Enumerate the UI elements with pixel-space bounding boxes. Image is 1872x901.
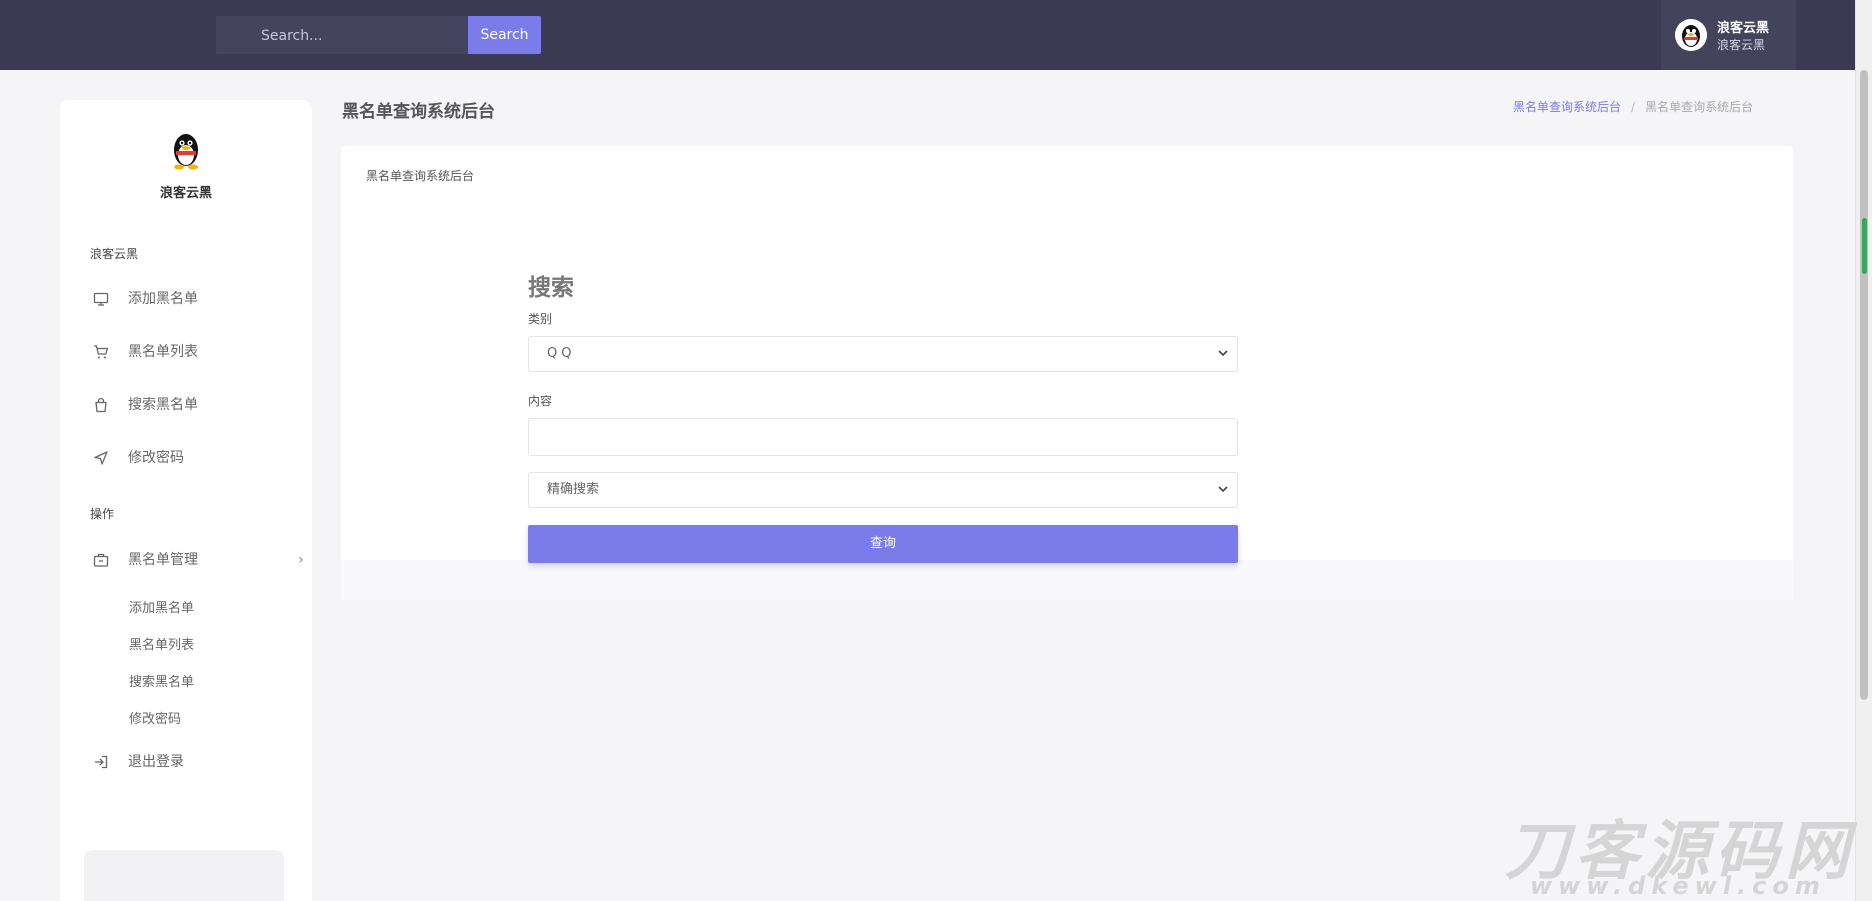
sidebar-item-add[interactable]: 添加黑名单: [90, 284, 290, 314]
sidebar-subitem-password[interactable]: 修改密码: [129, 708, 181, 727]
brand-logo: [167, 130, 205, 170]
sidebar-section-label: 操作: [90, 507, 115, 521]
category-select-value: QQ: [547, 346, 576, 361]
watermark-url: www.dkewl.com: [1530, 872, 1826, 900]
sidebar-subitem-search[interactable]: 搜索黑名单: [129, 671, 194, 690]
breadcrumb-link[interactable]: 黑名单查询系统后台: [1513, 100, 1621, 114]
brand-name: 浪客云黑: [159, 186, 212, 201]
breadcrumb-separator: /: [1631, 100, 1636, 114]
sidebar-subitem-add[interactable]: 添加黑名单: [129, 597, 194, 616]
sidebar-item-manage[interactable]: 黑名单管理 ›: [90, 545, 304, 575]
query-button[interactable]: 查询: [528, 525, 1238, 563]
monitor-icon: [93, 292, 109, 306]
sidebar: 浪客云黑 浪客云黑 添加黑名单 黑名单列表 搜索黑名单 修改密码 操作 黑名单管…: [60, 100, 312, 901]
chevron-down-icon: [1218, 486, 1228, 493]
briefcase-icon: [93, 553, 109, 567]
user-name: 浪客云黑: [1717, 21, 1770, 36]
sidebar-item-label: 黑名单列表: [128, 344, 198, 360]
page-title: 黑名单查询系统后台: [342, 102, 495, 122]
search-input[interactable]: Search...: [216, 16, 468, 54]
sidebar-item-list[interactable]: 黑名单列表: [90, 337, 290, 367]
sidebar-item-search[interactable]: 搜索黑名单: [90, 390, 290, 420]
sidebar-subitem-list[interactable]: 黑名单列表: [129, 634, 194, 653]
sidebar-item-password[interactable]: 修改密码: [90, 443, 290, 473]
sidebar-item-label: 修改密码: [128, 450, 184, 466]
sidebar-item-label: 退出登录: [128, 754, 184, 770]
penguin-icon: [1675, 19, 1707, 51]
user-menu[interactable]: 浪客云黑 浪客云黑: [1661, 0, 1796, 70]
penguin-icon: [174, 134, 198, 170]
mode-select[interactable]: 精确搜索: [528, 472, 1238, 508]
breadcrumb: 黑名单查询系统后台 / 黑名单查询系统后台: [1513, 98, 1753, 115]
logout-icon: [95, 755, 108, 769]
scrollbar-marker: [1862, 218, 1867, 274]
breadcrumb-current: 黑名单查询系统后台: [1645, 100, 1754, 114]
category-label: 类别: [528, 312, 553, 326]
user-subtitle: 浪客云黑: [1717, 38, 1766, 52]
search-button[interactable]: Search: [468, 16, 541, 54]
chevron-down-icon: [1218, 350, 1228, 357]
sidebar-section-label: 浪客云黑: [90, 247, 139, 261]
navigation-icon: [94, 451, 108, 465]
content-input[interactable]: [528, 418, 1238, 456]
form-heading: 搜索: [528, 275, 574, 301]
scrollbar-thumb[interactable]: [1860, 70, 1868, 700]
chevron-right-icon: ›: [298, 552, 304, 568]
bag-icon: [95, 397, 107, 413]
cart-icon: [94, 345, 109, 359]
card-title: 黑名单查询系统后台: [366, 169, 475, 183]
mode-select-value: 精确搜索: [547, 482, 600, 497]
sidebar-item-label: 添加黑名单: [128, 291, 198, 307]
top-bar: Search... Search 浪客云黑 浪客云黑: [0, 0, 1855, 70]
sidebar-item-label: 黑名单管理: [128, 552, 198, 568]
card-footer: [341, 560, 1793, 600]
sidebar-card: [84, 850, 284, 901]
sidebar-item-label: 搜索黑名单: [128, 397, 198, 413]
category-select[interactable]: QQ: [528, 336, 1238, 372]
avatar: [1675, 19, 1707, 51]
sidebar-item-logout[interactable]: 退出登录: [90, 747, 290, 777]
content-label: 内容: [528, 394, 553, 408]
